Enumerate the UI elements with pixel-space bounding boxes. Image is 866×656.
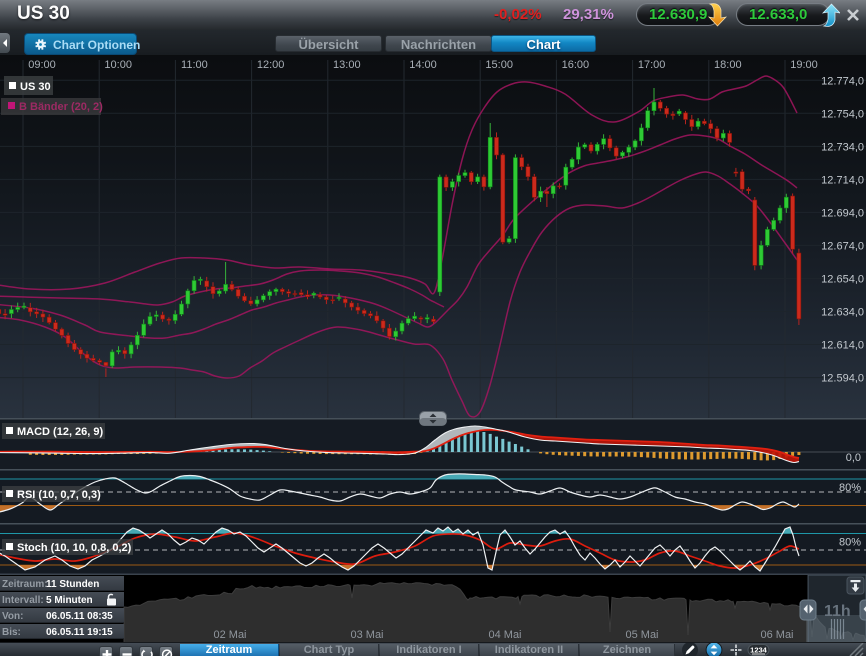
svg-text:80%: 80% [839,537,861,549]
svg-text:12.654,0: 12.654,0 [821,274,864,286]
svg-text:13:00: 13:00 [333,59,361,71]
svg-text:12.734,0: 12.734,0 [821,141,864,153]
svg-text:12.714,0: 12.714,0 [821,174,864,186]
svg-text:80%: 80% [839,482,861,494]
svg-text:Stoch (10, 10, 0,8, 0,2): Stoch (10, 10, 0,8, 0,2) [17,542,132,554]
svg-text:11h: 11h [824,603,851,620]
svg-text:RSI (10, 0,7, 0,3): RSI (10, 0,7, 0,3) [17,489,101,501]
svg-text:12:00: 12:00 [257,59,285,71]
svg-text:10:00: 10:00 [104,59,132,71]
svg-text:B Bänder (20, 2): B Bänder (20, 2) [19,101,103,113]
svg-text:16:00: 16:00 [562,59,590,71]
svg-text:17:00: 17:00 [638,59,666,71]
svg-text:US 30: US 30 [20,81,51,93]
svg-text:19:00: 19:00 [790,59,818,71]
svg-text:12.634,0: 12.634,0 [821,307,864,319]
svg-text:11:00: 11:00 [181,59,208,71]
svg-text:12.674,0: 12.674,0 [821,240,864,252]
svg-text:18:00: 18:00 [714,59,742,71]
svg-text:02 Mai: 02 Mai [213,629,246,641]
svg-text:12.614,0: 12.614,0 [821,340,864,352]
svg-text:12.594,0: 12.594,0 [821,373,864,385]
svg-text:15:00: 15:00 [485,59,513,71]
svg-text:14:00: 14:00 [409,59,437,71]
svg-text:05 Mai: 05 Mai [625,629,658,641]
svg-text:06 Mai: 06 Mai [760,629,793,641]
svg-text:03 Mai: 03 Mai [350,629,383,641]
svg-text:09:00: 09:00 [28,59,56,71]
svg-text:MACD (12, 26, 9): MACD (12, 26, 9) [17,426,104,438]
svg-text:04 Mai: 04 Mai [488,629,521,641]
svg-text:12.774,0: 12.774,0 [821,75,864,87]
svg-text:1234: 1234 [750,646,768,655]
svg-text:12.694,0: 12.694,0 [821,207,864,219]
svg-text:12.754,0: 12.754,0 [821,108,864,120]
svg-text:0,0: 0,0 [846,452,861,464]
